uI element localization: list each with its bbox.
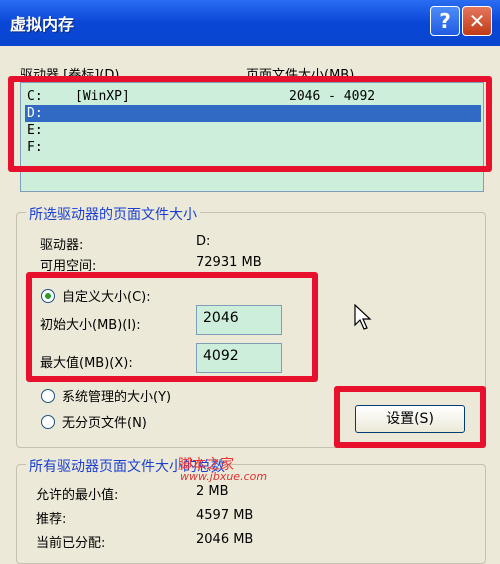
drive-column-header: 驱动器 [卷标](D): [20, 68, 120, 83]
window-title: 虚拟内存: [10, 15, 75, 34]
free-space-value: 72931 MB: [196, 255, 262, 270]
drive-list[interactable]: C: [WinXP] 2046 - 4092 D: E: F:: [20, 82, 484, 192]
title-bar: 虚拟内存 ? ✕: [0, 0, 500, 46]
max-size-input[interactable]: 4092: [196, 343, 282, 373]
help-icon: ?: [439, 9, 451, 33]
system-managed-radio[interactable]: [41, 389, 55, 403]
drive-row-f[interactable]: F:: [25, 139, 481, 156]
drive-letter: D:: [27, 106, 43, 121]
drive-value: D:: [196, 234, 211, 249]
min-allowed-value: 2 MB: [196, 484, 229, 499]
max-size-label: 最大值(MB)(X):: [40, 356, 133, 371]
selected-drive-group-title: 所选驱动器的页面文件大小: [26, 204, 200, 224]
drive-label: [WinXP]: [75, 89, 130, 104]
no-paging-radio[interactable]: [41, 415, 55, 429]
recommended-label: 推荐:: [36, 512, 67, 527]
free-space-label: 可用空间:: [40, 259, 97, 274]
drive-row-d[interactable]: D:: [25, 105, 481, 122]
initial-size-input[interactable]: 2046: [196, 305, 282, 335]
pagefile-column-header: 页面文件大小(MB): [246, 68, 355, 83]
mouse-cursor-icon: [354, 304, 372, 330]
drive-pagefile-size: 2046 - 4092: [289, 89, 376, 104]
set-button[interactable]: 设置(S): [355, 405, 465, 433]
close-button[interactable]: ✕: [462, 6, 492, 36]
help-button[interactable]: ?: [430, 6, 460, 36]
recommended-value: 4597 MB: [196, 508, 254, 523]
drive-letter: E:: [27, 123, 43, 138]
system-managed-label: 系统管理的大小(Y): [62, 390, 172, 405]
custom-size-label: 自定义大小(C):: [62, 290, 151, 305]
custom-size-radio[interactable]: [41, 289, 55, 303]
drive-row-e[interactable]: E:: [25, 122, 481, 139]
drive-letter: F:: [27, 140, 43, 155]
watermark-url: www.jbxue.com: [180, 470, 268, 483]
min-allowed-label: 允许的最小值:: [36, 488, 119, 503]
allocated-value: 2046 MB: [196, 532, 254, 547]
drive-row-c[interactable]: C: [WinXP] 2046 - 4092: [25, 88, 481, 105]
close-icon: ✕: [468, 9, 486, 33]
allocated-label: 当前已分配:: [36, 536, 106, 551]
drive-label: 驱动器:: [40, 238, 84, 253]
no-paging-label: 无分页文件(N): [62, 416, 147, 431]
drive-letter: C:: [27, 89, 43, 104]
initial-size-label: 初始大小(MB)(I):: [40, 318, 141, 333]
